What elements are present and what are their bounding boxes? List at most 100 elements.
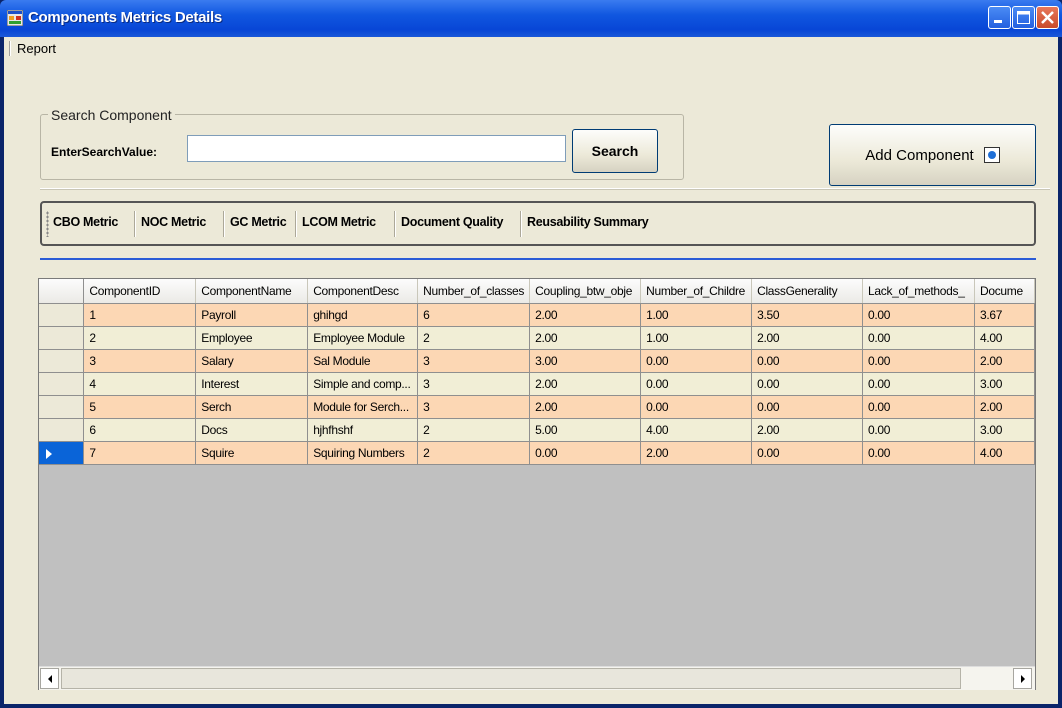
scroll-right-button[interactable] <box>1013 668 1032 689</box>
cell-lack-of-methods[interactable]: 0.00 <box>862 303 975 327</box>
column-header[interactable]: Coupling_btw_obje <box>529 279 642 304</box>
cell-class-generality[interactable]: 0.00 <box>751 349 863 373</box>
row-header[interactable] <box>39 349 85 373</box>
table-row[interactable]: 6 Docs hjhfhshf 2 5.00 4.00 2.00 0.00 3.… <box>39 418 1035 442</box>
horizontal-scrollbar[interactable] <box>39 666 1035 690</box>
cell-component-name[interactable]: Payroll <box>195 303 309 327</box>
cell-coupling[interactable]: 5.00 <box>529 418 642 442</box>
toolbar-document-quality[interactable]: Document Quality <box>401 215 503 229</box>
cell-class-generality[interactable]: 2.00 <box>751 418 863 442</box>
toolbar-grip[interactable] <box>46 211 49 237</box>
cell-number-of-classes[interactable]: 3 <box>417 349 531 373</box>
cell-component-desc[interactable]: Employee Module <box>307 326 419 350</box>
cell-lack-of-methods[interactable]: 0.00 <box>862 395 975 419</box>
scrollbar-thumb[interactable] <box>61 668 961 689</box>
search-button[interactable]: Search <box>572 129 658 173</box>
grid-corner-header[interactable] <box>39 279 85 304</box>
cell-component-name[interactable]: Salary <box>195 349 309 373</box>
cell-class-generality[interactable]: 3.50 <box>751 303 863 327</box>
row-header[interactable] <box>39 395 85 419</box>
table-row[interactable]: 5 Serch Module for Serch... 3 2.00 0.00 … <box>39 395 1035 419</box>
cell-component-desc[interactable]: Squiring Numbers <box>307 441 419 465</box>
cell-component-name[interactable]: Serch <box>195 395 309 419</box>
cell-number-of-classes[interactable]: 3 <box>417 372 531 396</box>
column-header[interactable]: ComponentID <box>83 279 197 304</box>
cell-number-of-children[interactable]: 4.00 <box>640 418 753 442</box>
table-row[interactable]: 2 Employee Employee Module 2 2.00 1.00 2… <box>39 326 1035 350</box>
cell-lack-of-methods[interactable]: 0.00 <box>862 418 975 442</box>
cell-coupling[interactable]: 0.00 <box>529 441 642 465</box>
cell-document[interactable]: 2.00 <box>974 395 1035 419</box>
cell-number-of-children[interactable]: 2.00 <box>640 441 753 465</box>
cell-number-of-children[interactable]: 0.00 <box>640 395 753 419</box>
title-bar[interactable]: Components Metrics Details <box>0 0 1062 37</box>
cell-class-generality[interactable]: 0.00 <box>751 441 863 465</box>
cell-component-desc[interactable]: Module for Serch... <box>307 395 419 419</box>
column-header[interactable]: ComponentDesc <box>307 279 419 304</box>
cell-number-of-children[interactable]: 0.00 <box>640 372 753 396</box>
cell-document[interactable]: 4.00 <box>974 326 1035 350</box>
cell-component-desc[interactable]: hjhfhshf <box>307 418 419 442</box>
cell-component-id[interactable]: 7 <box>83 441 197 465</box>
components-grid[interactable]: ComponentID ComponentName ComponentDesc … <box>38 278 1036 690</box>
cell-document[interactable]: 4.00 <box>974 441 1035 465</box>
scroll-left-button[interactable] <box>40 668 59 689</box>
cell-component-name[interactable]: Squire <box>195 441 309 465</box>
column-header[interactable]: Number_of_classes <box>417 279 531 304</box>
toolbar-noc-metric[interactable]: NOC Metric <box>141 215 206 229</box>
cell-class-generality[interactable]: 0.00 <box>751 372 863 396</box>
table-row[interactable]: 1 Payroll ghihgd 6 2.00 1.00 3.50 0.00 3… <box>39 303 1035 327</box>
add-component-button[interactable]: Add Component <box>829 124 1036 186</box>
cell-number-of-children[interactable]: 0.00 <box>640 349 753 373</box>
cell-lack-of-methods[interactable]: 0.00 <box>862 441 975 465</box>
cell-component-id[interactable]: 4 <box>83 372 197 396</box>
cell-lack-of-methods[interactable]: 0.00 <box>862 372 975 396</box>
cell-component-id[interactable]: 3 <box>83 349 197 373</box>
cell-component-id[interactable]: 1 <box>83 303 197 327</box>
cell-lack-of-methods[interactable]: 0.00 <box>862 349 975 373</box>
table-row[interactable]: 4 Interest Simple and comp... 3 2.00 0.0… <box>39 372 1035 396</box>
cell-document[interactable]: 3.67 <box>974 303 1035 327</box>
cell-coupling[interactable]: 2.00 <box>529 395 642 419</box>
cell-lack-of-methods[interactable]: 0.00 <box>862 326 975 350</box>
toolbar-cbo-metric[interactable]: CBO Metric <box>53 215 118 229</box>
maximize-button[interactable] <box>1012 6 1035 29</box>
cell-component-name[interactable]: Employee <box>195 326 309 350</box>
cell-document[interactable]: 3.00 <box>974 418 1035 442</box>
minimize-button[interactable] <box>988 6 1011 29</box>
menu-item-report[interactable]: Report <box>17 41 56 56</box>
toolbar-lcom-metric[interactable]: LCOM Metric <box>302 215 376 229</box>
cell-coupling[interactable]: 3.00 <box>529 349 642 373</box>
search-input[interactable] <box>187 135 566 162</box>
row-header[interactable] <box>39 326 85 350</box>
table-row-current[interactable]: 7 Squire Squiring Numbers 2 0.00 2.00 0.… <box>39 441 1035 465</box>
table-row[interactable]: 3 Salary Sal Module 3 3.00 0.00 0.00 0.0… <box>39 349 1035 373</box>
cell-component-id[interactable]: 2 <box>83 326 197 350</box>
row-header[interactable] <box>39 418 85 442</box>
cell-coupling[interactable]: 2.00 <box>529 303 642 327</box>
cell-class-generality[interactable]: 0.00 <box>751 395 863 419</box>
toolbar-gc-metric[interactable]: GC Metric <box>230 215 287 229</box>
row-header[interactable] <box>39 372 85 396</box>
cell-number-of-classes[interactable]: 3 <box>417 395 531 419</box>
toolbar-reusability-summary[interactable]: Reusability Summary <box>527 215 649 229</box>
cell-component-desc[interactable]: Sal Module <box>307 349 419 373</box>
cell-class-generality[interactable]: 2.00 <box>751 326 863 350</box>
cell-component-desc[interactable]: Simple and comp... <box>307 372 419 396</box>
cell-number-of-classes[interactable]: 2 <box>417 326 531 350</box>
row-header[interactable] <box>39 303 85 327</box>
cell-component-name[interactable]: Docs <box>195 418 309 442</box>
cell-component-id[interactable]: 5 <box>83 395 197 419</box>
row-header-current[interactable] <box>39 441 85 465</box>
cell-document[interactable]: 3.00 <box>974 372 1035 396</box>
column-header[interactable]: ClassGenerality <box>751 279 863 304</box>
column-header[interactable]: ComponentName <box>195 279 309 304</box>
cell-component-name[interactable]: Interest <box>195 372 309 396</box>
cell-number-of-classes[interactable]: 2 <box>417 441 531 465</box>
column-header[interactable]: Number_of_Childre <box>640 279 753 304</box>
cell-coupling[interactable]: 2.00 <box>529 372 642 396</box>
close-button[interactable] <box>1036 6 1059 29</box>
column-header[interactable]: Docume <box>974 279 1035 304</box>
cell-component-desc[interactable]: ghihgd <box>307 303 419 327</box>
cell-number-of-children[interactable]: 1.00 <box>640 303 753 327</box>
